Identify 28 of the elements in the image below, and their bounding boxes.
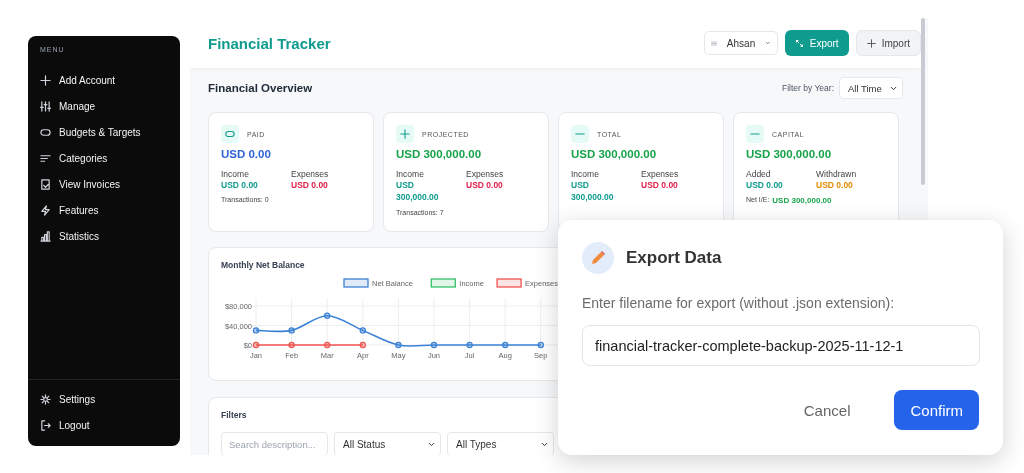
filters-title: Filters: [221, 410, 247, 420]
stat-value: USD 300,000.00: [396, 179, 440, 204]
stat-label: Expenses: [641, 169, 680, 179]
card-amount: USD 300,000.00: [396, 148, 483, 160]
chart-title: Monthly Net Balance: [221, 260, 305, 270]
stat-value: USD 0.00: [816, 179, 854, 192]
section-title: Financial Overview: [208, 82, 313, 94]
dialog-prompt: Enter filename for export (without .json extension):: [582, 295, 896, 311]
stat-label: Income: [221, 169, 250, 179]
stat-value: USD 300,000.00: [571, 179, 615, 204]
stat-label: Expenses: [291, 169, 330, 179]
stat-value: USD 0.00: [746, 179, 784, 192]
stat-value: USD 0.00: [221, 179, 259, 192]
footer-value: USD 300,000.00: [772, 196, 832, 206]
stat-label: Expenses: [466, 169, 505, 179]
card-amount: USD 300,000.00: [571, 148, 658, 160]
stat-value: USD 0.00: [641, 179, 679, 192]
dialog-title: Export Data: [626, 248, 722, 268]
card-amount: USD 300,000.00: [746, 148, 833, 160]
stat-value: USD 0.00: [466, 179, 504, 192]
card-amount: USD 0.00: [221, 148, 272, 160]
stat-value: USD 0.00: [291, 179, 329, 192]
stat-label: Withdrawn: [816, 169, 858, 179]
stat-label: Income: [396, 169, 425, 179]
app-title: Financial Tracker: [208, 34, 331, 52]
stat-label: Income: [571, 169, 600, 179]
stat-label: Added: [746, 169, 772, 179]
filter-label: Filter by Year:: [782, 83, 834, 93]
